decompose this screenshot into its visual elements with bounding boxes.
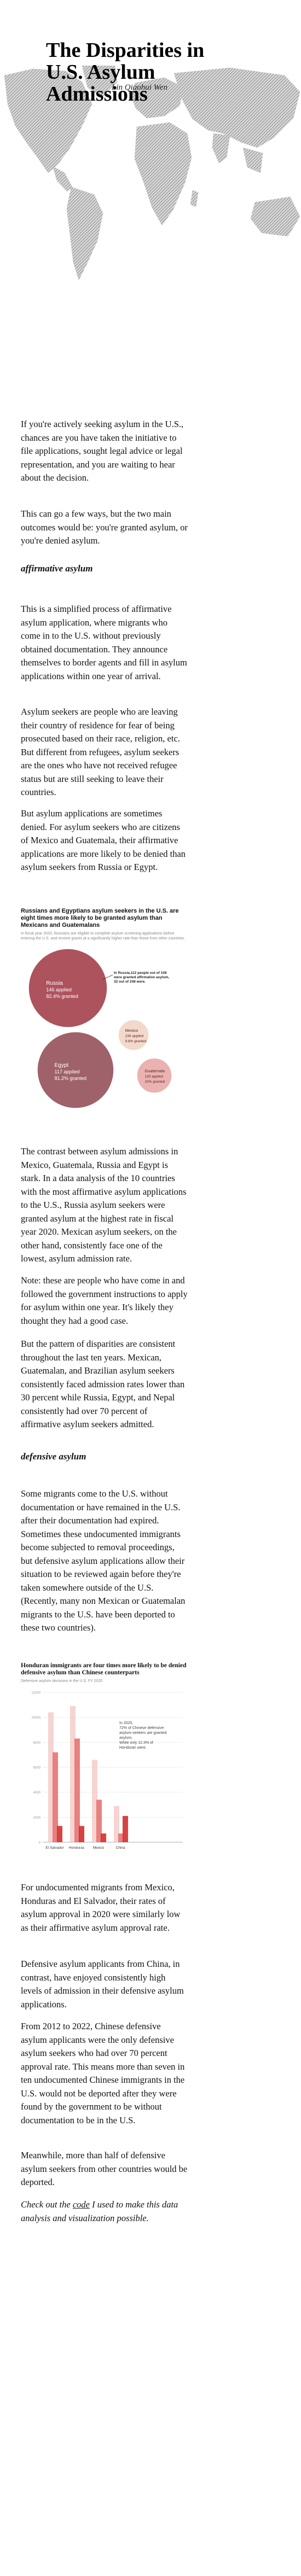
paragraph: If you're actively seeking asylum in the…	[21, 419, 184, 483]
bar-granted-honduras	[79, 1826, 84, 1842]
code-credit-prefix: Check out the	[21, 2199, 73, 2210]
paragraph: From 2012 to 2022, Chinese defensive asy…	[21, 2021, 185, 2125]
bubble-applied-label: 117 applied	[55, 1069, 80, 1074]
defensive-asylum-chart: Honduran immigrants are four times more …	[21, 1662, 188, 1862]
y-tick-label: 2000	[33, 1816, 41, 1820]
closing-body-1: For undocumented migrants from Mexico, H…	[21, 1881, 188, 1935]
chart-title: Honduran immigrants are four times more …	[21, 1662, 187, 1676]
code-link[interactable]: code	[73, 2199, 90, 2210]
y-tick-label: 4000	[33, 1791, 41, 1795]
bubble-label: Guatemala	[144, 1068, 165, 1073]
y-tick-label: 8000	[33, 1742, 41, 1745]
closing-body-3: From 2012 to 2022, Chinese defensive asy…	[21, 2020, 188, 2127]
analysis-body-3: But the pattern of disparities are consi…	[21, 1337, 188, 1432]
section-heading: affirmative asylum	[21, 563, 93, 574]
defensive-section: defensive asylum	[21, 1451, 188, 1462]
closing-body-4: Meanwhile, more than half of defensive a…	[21, 2149, 188, 2189]
bar-granted-china	[123, 1816, 128, 1842]
x-tick-label: Honduras	[69, 1846, 85, 1850]
hero-section: The Disparities in U.S. Asylum Admission…	[0, 0, 301, 295]
section-heading: defensive asylum	[21, 1451, 86, 1462]
chart-subtitle: In fiscal year 2020, Russians are eligib…	[21, 932, 185, 941]
x-tick-label: China	[116, 1846, 125, 1850]
page-title: The Disparities in U.S. Asylum Admission…	[46, 39, 205, 106]
paragraph: But the pattern of disparities are consi…	[21, 1339, 185, 1429]
bubble-applied-label: 236 applied	[125, 1035, 144, 1038]
intro-section-2: This can go a few ways, but the two main…	[21, 507, 188, 548]
bubble-applied-label: 146 applied	[46, 987, 72, 992]
bubble-granted-label: 81.2% granted	[55, 1076, 87, 1081]
chart-subtitle: Defensive asylum decisions in the U.S. F…	[21, 1679, 103, 1683]
bar-granted-el-salvador	[57, 1826, 62, 1842]
y-tick-label: 6000	[33, 1767, 41, 1770]
y-tick-label: 12000	[31, 1692, 40, 1695]
bubble-granted-label: 9.8% granted	[125, 1039, 147, 1043]
affirmative-body-1: This is a simplified process of affirmat…	[21, 603, 188, 683]
analysis-body-2: Note: these are people who have come in …	[21, 1274, 188, 1328]
affirmative-section: affirmative asylum	[21, 563, 188, 574]
code-credit: Check out the code I used to make this d…	[21, 2198, 188, 2225]
paragraph: Note: these are people who have come in …	[21, 1275, 188, 1326]
affirmative-body-3: But asylum applications are sometimes de…	[21, 807, 188, 874]
defensive-body-1: Some migrants come to the U.S. without d…	[21, 1487, 188, 1635]
paragraph: Asylum seekers are people who are leavin…	[21, 706, 180, 797]
paragraph: This can go a few ways, but the two main…	[21, 509, 188, 546]
paragraph: The contrast between asylum admissions i…	[21, 1146, 187, 1264]
bubble-granted-label: 10% granted	[144, 1080, 165, 1084]
paragraph: But asylum applications are sometimes de…	[21, 808, 186, 872]
bubble-label: Egypt	[55, 1062, 69, 1068]
chart-title: Russians and Egyptians asylum seekers in…	[21, 908, 179, 928]
bar-chart: 0 2000 4000 6000 8000 10000 12000 El Salvador Ho…	[31, 1692, 183, 1850]
paragraph: This is a simplified process of affirmat…	[21, 604, 187, 681]
paragraph: Some migrants come to the U.S. without d…	[21, 1488, 186, 1633]
intro-section: If you're actively seeking asylum in the…	[21, 418, 188, 485]
chart-annotation: In 2020, 72% of Chinese defensive asylum s…	[119, 1721, 166, 1750]
x-tick-label: El Salvador	[45, 1846, 64, 1850]
affirmative-asylum-chart: Russians and Egyptians asylum seekers in…	[21, 908, 188, 1121]
bubble-granted-label: 82.4% granted	[46, 994, 78, 999]
paragraph: Meanwhile, more than half of defensive a…	[21, 2150, 188, 2187]
closing-body-5: Check out the code I used to make this d…	[21, 2198, 188, 2225]
bubble-label: Russia	[46, 980, 63, 986]
y-tick-label: 10000	[31, 1716, 40, 1720]
author-byline: Lin Qiaohui Wen	[112, 83, 167, 92]
bubble-label: Mexico	[125, 1028, 138, 1033]
bubble-chart: Russia146 applied 82.4% granted Egypt117 a…	[28, 948, 172, 1109]
bubble-applied-label: 130 applied	[144, 1075, 163, 1079]
analysis-body-1: The contrast between asylum admissions i…	[21, 1145, 188, 1266]
paragraph: Defensive asylum applicants from China, …	[21, 1959, 184, 2010]
x-tick-label: Mexico	[93, 1846, 105, 1850]
paragraph: For undocumented migrants from Mexico, H…	[21, 1882, 181, 1933]
bar-granted-mexico	[101, 1833, 106, 1842]
chart-annotation: In Russia,112 people out of 108 were gran…	[113, 971, 169, 984]
y-tick-label: 0	[39, 1842, 41, 1845]
closing-body-2: Defensive asylum applicants from China, …	[21, 1958, 188, 2011]
affirmative-body-2: Asylum seekers are people who are leavin…	[21, 705, 188, 799]
